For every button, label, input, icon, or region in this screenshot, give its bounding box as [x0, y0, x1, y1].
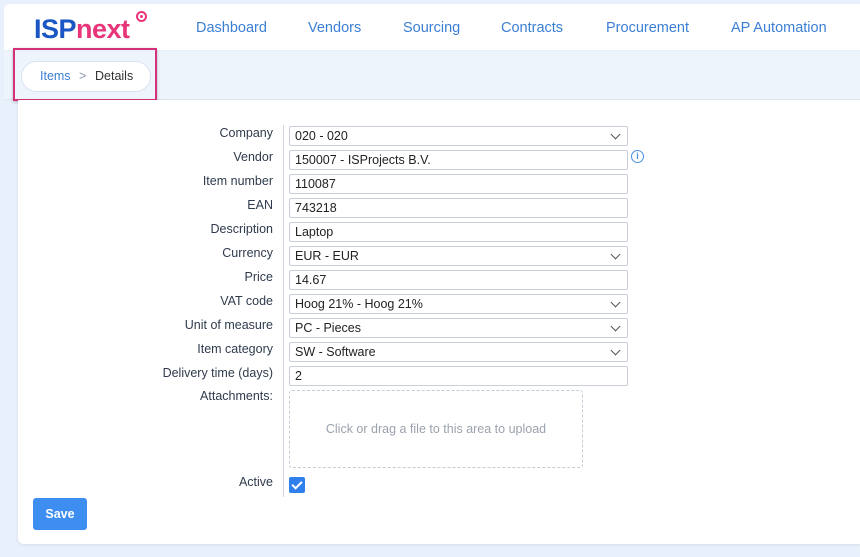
company-value: 020 - 020: [295, 129, 348, 143]
label-unit-of-measure: Unit of measure: [184, 318, 273, 332]
app-logo[interactable]: ISPnext: [34, 14, 130, 44]
breadcrumb: Items > Details: [21, 61, 151, 92]
currency-value: EUR - EUR: [295, 249, 359, 263]
nav-sourcing[interactable]: Sourcing: [403, 20, 460, 36]
chevron-down-icon: [610, 249, 621, 260]
label-attachments: Attachments:: [200, 389, 273, 403]
vat-code-value: Hoog 21% - Hoog 21%: [295, 297, 423, 311]
price-field[interactable]: [289, 270, 628, 290]
info-icon[interactable]: i: [631, 150, 644, 163]
save-button[interactable]: Save: [33, 498, 87, 530]
label-vat-code: VAT code: [220, 294, 273, 308]
vat-code-select[interactable]: Hoog 21% - Hoog 21%: [289, 294, 628, 314]
logo-badge-icon: [136, 11, 147, 22]
company-select[interactable]: 020 - 020: [289, 126, 628, 146]
label-active: Active: [238, 475, 273, 489]
currency-select[interactable]: EUR - EUR: [289, 246, 628, 266]
label-item-category: Item category: [197, 342, 273, 356]
nav-vendors[interactable]: Vendors: [308, 20, 361, 36]
top-header: ISPnext Dashboard Vendors Sourcing Contr…: [4, 4, 860, 50]
unit-of-measure-value: PC - Pieces: [295, 321, 361, 335]
chevron-down-icon: [610, 345, 621, 356]
label-description: Description: [210, 222, 273, 236]
label-delivery-time: Delivery time (days): [162, 366, 273, 380]
label-item-number: Item number: [202, 174, 273, 188]
item-category-select[interactable]: SW - Software: [289, 342, 628, 362]
nav-procurement[interactable]: Procurement: [606, 20, 689, 36]
nav-ap-automation[interactable]: AP Automation: [731, 20, 827, 36]
breadcrumb-items-link[interactable]: Items: [40, 62, 71, 91]
dropzone-text: Click or drag a file to this area to upl…: [325, 422, 547, 436]
chevron-down-icon: [610, 297, 621, 308]
nav-dashboard[interactable]: Dashboard: [196, 20, 267, 36]
label-vendor: Vendor: [233, 150, 273, 164]
active-checkbox[interactable]: [289, 477, 305, 493]
logo-text-next: next: [76, 14, 130, 44]
ean-field[interactable]: [289, 198, 628, 218]
chevron-down-icon: [610, 321, 621, 332]
chevron-down-icon: [610, 129, 621, 140]
unit-of-measure-select[interactable]: PC - Pieces: [289, 318, 628, 338]
breadcrumb-separator: >: [79, 69, 87, 83]
label-company: Company: [219, 126, 274, 140]
vendor-field[interactable]: [289, 150, 628, 170]
item-number-field[interactable]: [289, 174, 628, 194]
breadcrumb-current: Details: [95, 69, 134, 83]
label-currency: Currency: [222, 246, 273, 260]
label-ean: EAN: [247, 198, 273, 212]
label-price: Price: [244, 270, 273, 284]
description-field[interactable]: [289, 222, 628, 242]
item-category-value: SW - Software: [295, 345, 376, 359]
nav-contracts[interactable]: Contracts: [501, 20, 563, 36]
form-divider: [283, 125, 284, 497]
logo-text-isp: ISP: [34, 14, 77, 44]
attachments-dropzone[interactable]: Click or drag a file to this area to upl…: [289, 390, 583, 468]
delivery-time-field[interactable]: [289, 366, 628, 386]
